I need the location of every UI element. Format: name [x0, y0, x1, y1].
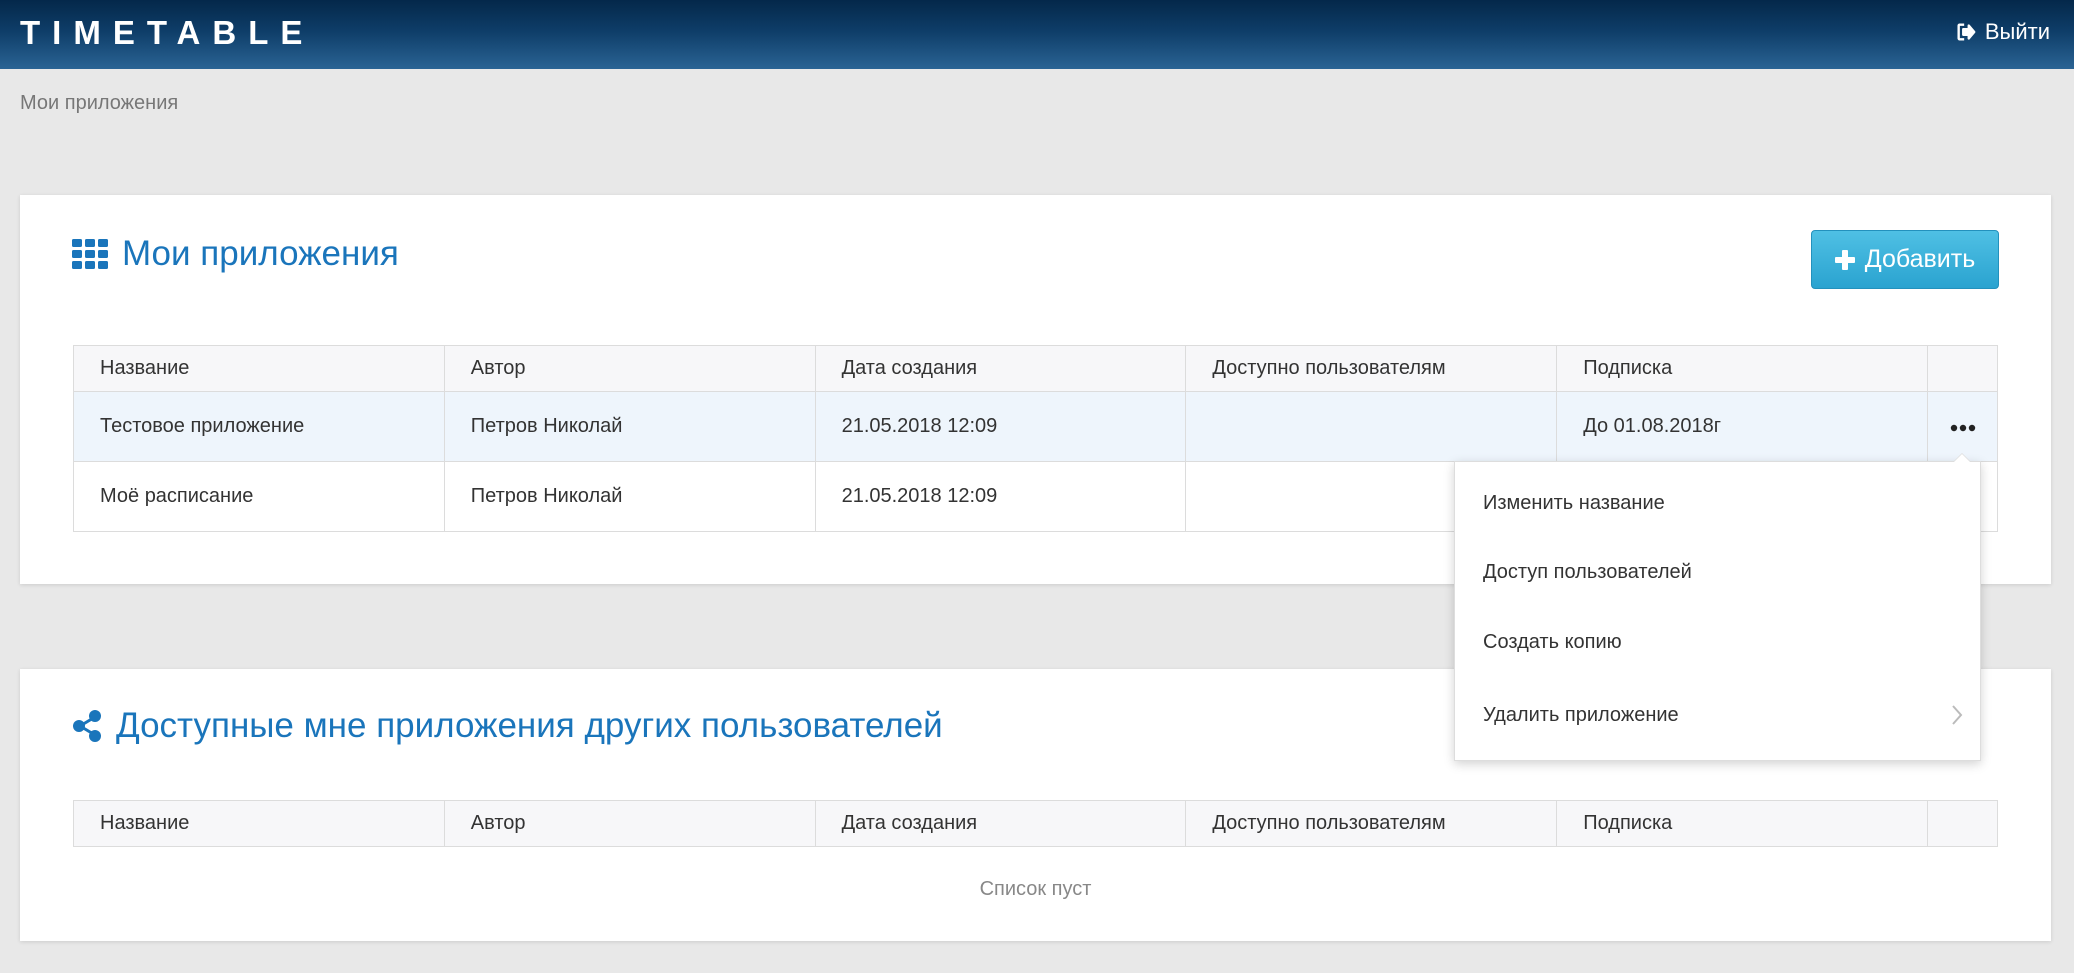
my-apps-title: Мои приложения — [72, 234, 399, 274]
menu-item-label: Создать копию — [1483, 631, 1622, 653]
shared-apps-table: Название Автор Дата создания Доступно по… — [73, 800, 1998, 847]
shared-apps-title: Доступные мне приложения других пользова… — [72, 706, 943, 746]
menu-item-copy[interactable]: Создать копию — [1483, 631, 1963, 654]
plus-icon — [1834, 249, 1855, 270]
top-navbar: TIMETABLE Выйти — [0, 0, 2074, 69]
row-context-menu: Изменить название Доступ пользователей С… — [1454, 453, 1981, 761]
menu-item-rename[interactable]: Изменить название — [1483, 492, 1963, 515]
row-actions-cell — [1927, 391, 1998, 462]
column-header-name[interactable]: Название — [73, 800, 445, 847]
column-header-created[interactable]: Дата создания — [814, 345, 1187, 392]
share-icon — [73, 710, 101, 742]
column-header-name[interactable]: Название — [73, 345, 445, 392]
add-app-label: Добавить — [1864, 245, 1976, 273]
cell-created: 21.05.2018 12:09 — [814, 391, 1187, 462]
menu-item-user-access[interactable]: Доступ пользователей — [1483, 561, 1963, 584]
menu-item-label: Изменить название — [1483, 492, 1665, 514]
column-header-author[interactable]: Автор — [443, 345, 816, 392]
column-header-actions — [1927, 800, 1998, 847]
column-header-shared[interactable]: Доступно пользователям — [1185, 345, 1558, 392]
cell-author: Петров Николай — [443, 461, 816, 532]
sign-out-icon — [1957, 23, 1976, 41]
grid-icon — [72, 239, 108, 269]
app-logo: TIMETABLE — [20, 14, 315, 51]
menu-item-label: Удалить приложение — [1483, 704, 1679, 726]
add-app-button[interactable]: Добавить — [1811, 230, 1999, 289]
menu-item-label: Доступ пользователей — [1483, 561, 1692, 583]
chevron-right-icon — [1952, 705, 1963, 725]
shared-apps-title-text: Доступные мне приложения других пользова… — [116, 706, 943, 745]
column-header-subscription[interactable]: Подписка — [1556, 800, 1929, 847]
table-row[interactable]: Тестовое приложение Петров Николай 21.05… — [73, 391, 1998, 462]
cell-name[interactable]: Тестовое приложение — [73, 391, 445, 462]
breadcrumb: Мои приложения — [20, 92, 179, 114]
table-header-row: Название Автор Дата создания Доступно по… — [73, 345, 1998, 392]
cell-subscription: До 01.08.2018г — [1556, 391, 1928, 462]
logout-button[interactable]: Выйти — [1955, 19, 2050, 45]
logout-label: Выйти — [1984, 19, 2050, 44]
cell-author: Петров Николай — [443, 391, 816, 462]
column-header-author[interactable]: Автор — [443, 800, 816, 847]
column-header-subscription[interactable]: Подписка — [1556, 345, 1928, 392]
empty-list-text: Список пуст — [979, 878, 1092, 900]
cell-shared — [1185, 391, 1558, 462]
cell-created: 21.05.2018 12:09 — [814, 461, 1187, 532]
column-header-created[interactable]: Дата создания — [814, 800, 1187, 847]
column-header-actions — [1927, 345, 1998, 392]
my-apps-title-text: Мои приложения — [122, 234, 399, 273]
column-header-shared[interactable]: Доступно пользователям — [1185, 800, 1558, 847]
ellipsis-icon[interactable] — [1950, 424, 1976, 432]
table-header-row: Название Автор Дата создания Доступно по… — [73, 800, 1998, 847]
menu-item-delete[interactable]: Удалить приложение — [1483, 704, 1963, 727]
cell-name[interactable]: Моё расписание — [73, 461, 445, 532]
